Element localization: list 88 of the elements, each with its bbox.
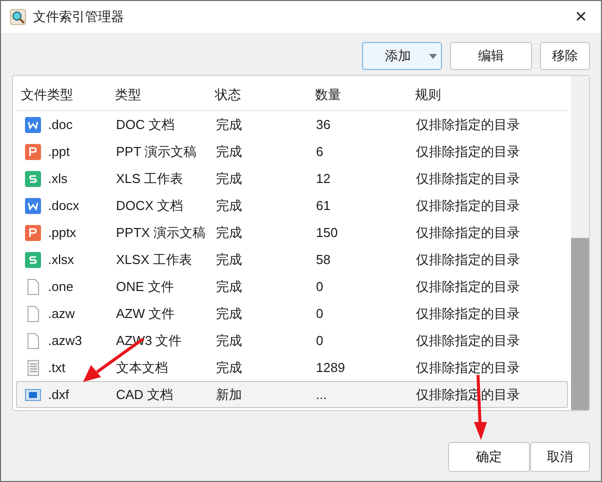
file-extension: .azw3 xyxy=(48,333,82,348)
file-extension: .doc xyxy=(48,117,73,132)
table-cell-text: 仅排除指定的目录 xyxy=(416,224,521,242)
table-cell-text: 完成 xyxy=(216,358,243,376)
caret-icon xyxy=(429,54,437,58)
table-cell-text: 58 xyxy=(316,252,332,267)
table-cell-text: PPT 演示文稿 xyxy=(116,142,198,160)
table-cell-text: 仅排除指定的目录 xyxy=(416,358,521,376)
table-cell-text: 新加 xyxy=(216,386,243,404)
cancel-button[interactable]: 取消 xyxy=(530,442,590,472)
remove-button[interactable]: 移除 xyxy=(540,42,590,70)
table-cell-text: 仅排除指定的目录 xyxy=(416,250,521,268)
add-button[interactable]: 添加 xyxy=(362,42,442,70)
ok-button[interactable]: 确定 xyxy=(448,442,530,472)
table-cell-text: 仅排除指定的目录 xyxy=(416,196,521,214)
text-file-icon xyxy=(25,360,41,376)
table-cell-text: 仅排除指定的目录 xyxy=(416,278,521,296)
file-icon xyxy=(25,306,41,322)
file-extension: .xls xyxy=(48,171,68,186)
table-row[interactable]: .ppt PPT 演示文稿 完成 6 仅排除指定的目录 xyxy=(16,138,568,165)
table-cell-text: 完成 xyxy=(216,250,243,268)
table-cell-text: 6 xyxy=(316,144,324,159)
file-extension: .ppt xyxy=(48,144,70,159)
table-cell-text: 完成 xyxy=(216,170,243,188)
spreadsheet-icon xyxy=(25,170,41,186)
table-cell-text: DOCX 文档 xyxy=(116,196,184,214)
table-cell-text: 仅排除指定的目录 xyxy=(416,170,521,188)
table-row[interactable]: .xlsx XLSX 工作表 完成 58 仅排除指定的目录 xyxy=(16,246,568,273)
table-cell-text: 0 xyxy=(316,333,324,348)
table-cell-text: PPTX 演示文稿 xyxy=(116,224,207,242)
table-cell-text: 完成 xyxy=(216,142,243,160)
column-header[interactable]: 数量 xyxy=(315,86,415,104)
table-cell-text: 61 xyxy=(316,198,332,213)
table-cell-text: 0 xyxy=(316,306,324,321)
table-cell-text: XLS 工作表 xyxy=(116,170,184,188)
table-cell-text: 仅排除指定的目录 xyxy=(416,332,521,350)
file-extension: .txt xyxy=(48,360,66,375)
table-cell-text: 0 xyxy=(316,279,324,294)
file-extension: .docx xyxy=(48,198,80,213)
file-extension: .xlsx xyxy=(48,252,74,267)
file-extension: .azw xyxy=(48,306,75,321)
table-cell-text: 完成 xyxy=(216,332,243,350)
table-row[interactable]: .one ONE 文件 完成 0 仅排除指定的目录 xyxy=(16,273,568,300)
file-icon xyxy=(25,332,41,348)
document-icon xyxy=(25,116,41,132)
table-row[interactable]: .txt 文本文档 完成 1289 仅排除指定的目录 xyxy=(16,354,568,381)
column-header[interactable]: 类型 xyxy=(115,86,215,104)
column-header[interactable]: 状态 xyxy=(215,86,315,104)
table-cell-text: 150 xyxy=(316,225,339,240)
edit-button[interactable]: 编辑 xyxy=(450,42,532,70)
table-cell-text: DOC 文档 xyxy=(116,116,176,134)
file-extension: .pptx xyxy=(48,225,76,240)
table-cell-text: 完成 xyxy=(216,196,243,214)
table-cell-text: 仅排除指定的目录 xyxy=(416,142,521,160)
table-cell-text: XLSX 工作表 xyxy=(116,250,193,268)
column-header[interactable]: 文件类型 xyxy=(16,86,115,104)
table-cell-text: 仅排除指定的目录 xyxy=(416,116,521,134)
table-row[interactable]: .doc DOC 文档 完成 36 仅排除指定的目录 xyxy=(16,111,568,138)
table-cell-text: 文本文档 xyxy=(116,358,169,376)
scrollbar[interactable] xyxy=(571,76,589,410)
column-header[interactable]: 规则 xyxy=(415,86,568,104)
table-cell-text: 完成 xyxy=(216,116,243,134)
table-cell-text: 完成 xyxy=(216,304,243,322)
table-row[interactable]: .pptx PPTX 演示文稿 完成 150 仅排除指定的目录 xyxy=(16,219,568,246)
document-icon xyxy=(25,198,41,214)
table-cell-text: ONE 文件 xyxy=(116,278,175,296)
presentation-icon xyxy=(25,224,41,240)
table-cell-text: 完成 xyxy=(216,224,243,242)
spreadsheet-icon xyxy=(25,252,41,268)
close-button[interactable]: × xyxy=(561,1,601,33)
cad-file-icon xyxy=(25,386,41,402)
table-cell-text: 完成 xyxy=(216,278,243,296)
table-row[interactable]: .azw AZW 文件 完成 0 仅排除指定的目录 xyxy=(16,300,568,327)
table-cell-text: AZW 文件 xyxy=(116,304,176,322)
table-row[interactable]: .docx DOCX 文档 完成 61 仅排除指定的目录 xyxy=(16,192,568,219)
presentation-icon xyxy=(25,144,41,160)
file-extension: .dxf xyxy=(48,387,69,402)
table-row[interactable]: .xls XLS 工作表 完成 12 仅排除指定的目录 xyxy=(16,165,568,192)
window-title: 文件索引管理器 xyxy=(33,8,124,26)
file-extension: .one xyxy=(48,279,74,294)
file-icon xyxy=(25,278,41,294)
table-cell-text: ... xyxy=(316,387,328,402)
table-cell-text: 36 xyxy=(316,117,332,132)
table-cell-text: 1289 xyxy=(316,360,346,375)
table-cell-text: 12 xyxy=(316,171,332,186)
search-icon xyxy=(10,9,26,25)
table-cell-text: CAD 文档 xyxy=(116,386,174,404)
table-cell-text: 仅排除指定的目录 xyxy=(416,304,521,322)
